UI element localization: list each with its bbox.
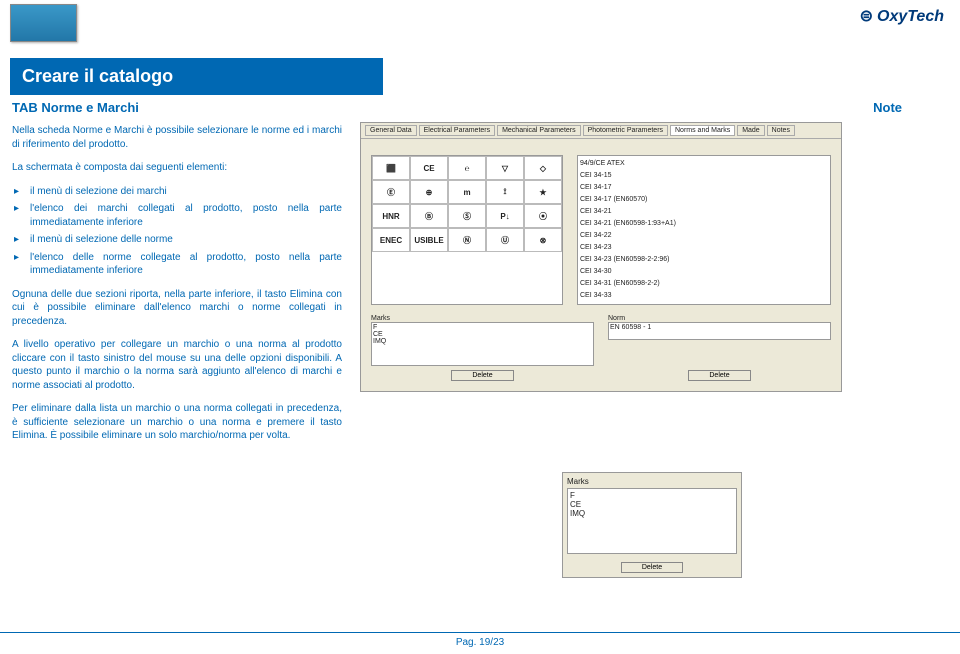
tab-made[interactable]: Made [737,125,765,136]
norm-row[interactable]: CEI 34-21 (EN60598-1:93+A1) [580,218,828,230]
norm-row[interactable]: CEI 34-17 (EN60570) [580,194,828,206]
bullet-list: il menù di selezione dei marchi l'elenco… [12,185,342,278]
delete-norm-button[interactable]: Delete [688,370,750,381]
small-delete-button[interactable]: Delete [621,562,683,573]
paragraph-2: Ognuna delle due sezioni riporta, nella … [12,288,342,329]
paragraph-4: Per eliminare dalla lista un marchio o u… [12,402,342,443]
norm-row[interactable]: CEI 34-17 [580,182,828,194]
norm-row[interactable]: 94/9/CE ATEX [580,158,828,170]
marks-field-label: Marks [371,315,594,322]
small-marks-value: IMQ [570,509,734,518]
mark-cell[interactable]: ⦿ [524,204,562,228]
marks-value: CE [373,331,592,338]
list-item: il menù di selezione dei marchi [26,185,342,199]
norm-field-label: Norm [608,315,831,322]
marks-value: F [373,324,592,331]
norm-row[interactable]: CEI 34-21 [580,206,828,218]
small-marks-value: F [570,491,734,500]
list-item: l'elenco delle norme collegate al prodot… [26,251,342,278]
mark-cell[interactable]: HNR [372,204,410,228]
mark-cell[interactable]: ⊗ [524,228,562,252]
paragraph-3: A livello operativo per collegare un mar… [12,338,342,392]
mark-cell[interactable]: Ⓑ [410,204,448,228]
mark-cell[interactable]: CE [410,156,448,180]
marks-grid: ⬛CE℮▽◇ Ⓔ⊕m⟟★ HNRⒷⓈP↓⦿ ENECUSIBLEⓃⓊ⊗ [371,155,563,305]
tab-mechanical[interactable]: Mechanical Parameters [497,125,581,136]
small-marks-value: CE [570,500,734,509]
norm-row[interactable]: CEI 34-33 [580,290,828,302]
tab-heading: TAB Norme e Marchi [12,100,139,115]
mark-cell[interactable]: ENEC [372,228,410,252]
marks-field-box[interactable]: F CE IMQ [371,322,594,366]
tab-photometric[interactable]: Photometric Parameters [583,125,668,136]
list-item: il menù di selezione delle norme [26,233,342,247]
norm-row[interactable]: CEI 34-22 [580,230,828,242]
intro-paragraph: Nella scheda Norme e Marchi è possibile … [12,124,342,151]
mark-cell[interactable]: Ⓤ [486,228,524,252]
body-text: Nella scheda Norme e Marchi è possibile … [12,124,342,453]
mark-cell[interactable]: ◇ [524,156,562,180]
norm-row[interactable]: CEI 34-15 [580,170,828,182]
norm-row[interactable]: CEI 34-31 (EN60598-2-2) [580,278,828,290]
mark-cell[interactable]: ▽ [486,156,524,180]
mark-cell[interactable]: Ⓔ [372,180,410,204]
list-item: l'elenco dei marchi collegati al prodott… [26,202,342,229]
norm-row[interactable]: CEI 34-23 (EN60598-2-2:96) [580,254,828,266]
mark-cell[interactable]: ℮ [448,156,486,180]
norm-row[interactable]: CEI 34-30 [580,266,828,278]
small-marks-box[interactable]: F CE IMQ [567,488,737,554]
marks-value: IMQ [373,338,592,345]
tabs-row: General Data Electrical Parameters Mecha… [361,123,841,139]
mark-cell[interactable]: ⬛ [372,156,410,180]
brand-name: OxyTech [877,8,944,25]
main-screenshot: General Data Electrical Parameters Mecha… [360,122,842,392]
delete-marks-button[interactable]: Delete [451,370,513,381]
page-title: Creare il catalogo [10,58,383,95]
mark-cell[interactable]: Ⓢ [448,204,486,228]
mark-cell[interactable]: m [448,180,486,204]
page-footer: Pag. 19/23 [0,632,960,648]
small-screenshot: Marks F CE IMQ Delete [562,472,742,578]
brand-logo: ⊜OxyTech [860,6,944,26]
small-marks-label: Marks [567,477,737,486]
mark-cell[interactable]: USIBLE [410,228,448,252]
litestar-logo [10,4,77,42]
mark-cell[interactable]: ⊕ [410,180,448,204]
tab-norms-marks[interactable]: Norms and Marks [670,125,735,136]
norms-list[interactable]: 94/9/CE ATEXCEI 34-15CEI 34-17CEI 34-17 … [577,155,831,305]
mark-cell[interactable]: P↓ [486,204,524,228]
tab-general[interactable]: General Data [365,125,417,136]
norm-row[interactable]: CEI 34-23 [580,242,828,254]
list-intro: La schermata è composta dai seguenti ele… [12,161,342,175]
mark-cell[interactable]: ★ [524,180,562,204]
note-label: Note [873,100,902,115]
mark-cell[interactable]: Ⓝ [448,228,486,252]
norm-field-box[interactable]: EN 60598 - 1 [608,322,831,340]
tab-electrical[interactable]: Electrical Parameters [419,125,496,136]
mark-cell[interactable]: ⟟ [486,180,524,204]
tab-notes[interactable]: Notes [767,125,795,136]
brand-glyph: ⊜ [860,8,873,25]
